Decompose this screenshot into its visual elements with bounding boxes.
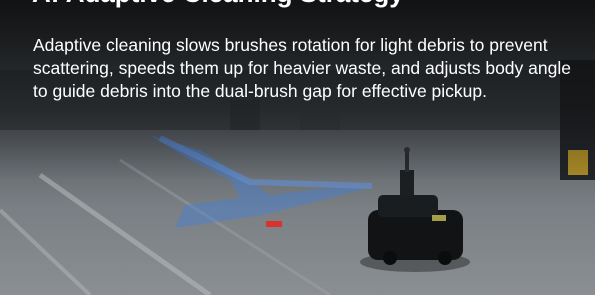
- info-card: A: Adaptive Cleaning Strategy Adaptive c…: [0, 0, 595, 295]
- card-title: A: Adaptive Cleaning Strategy: [32, 0, 404, 9]
- debris-marker: [266, 221, 282, 227]
- card-description: Adaptive cleaning slows brushes rotation…: [33, 35, 571, 101]
